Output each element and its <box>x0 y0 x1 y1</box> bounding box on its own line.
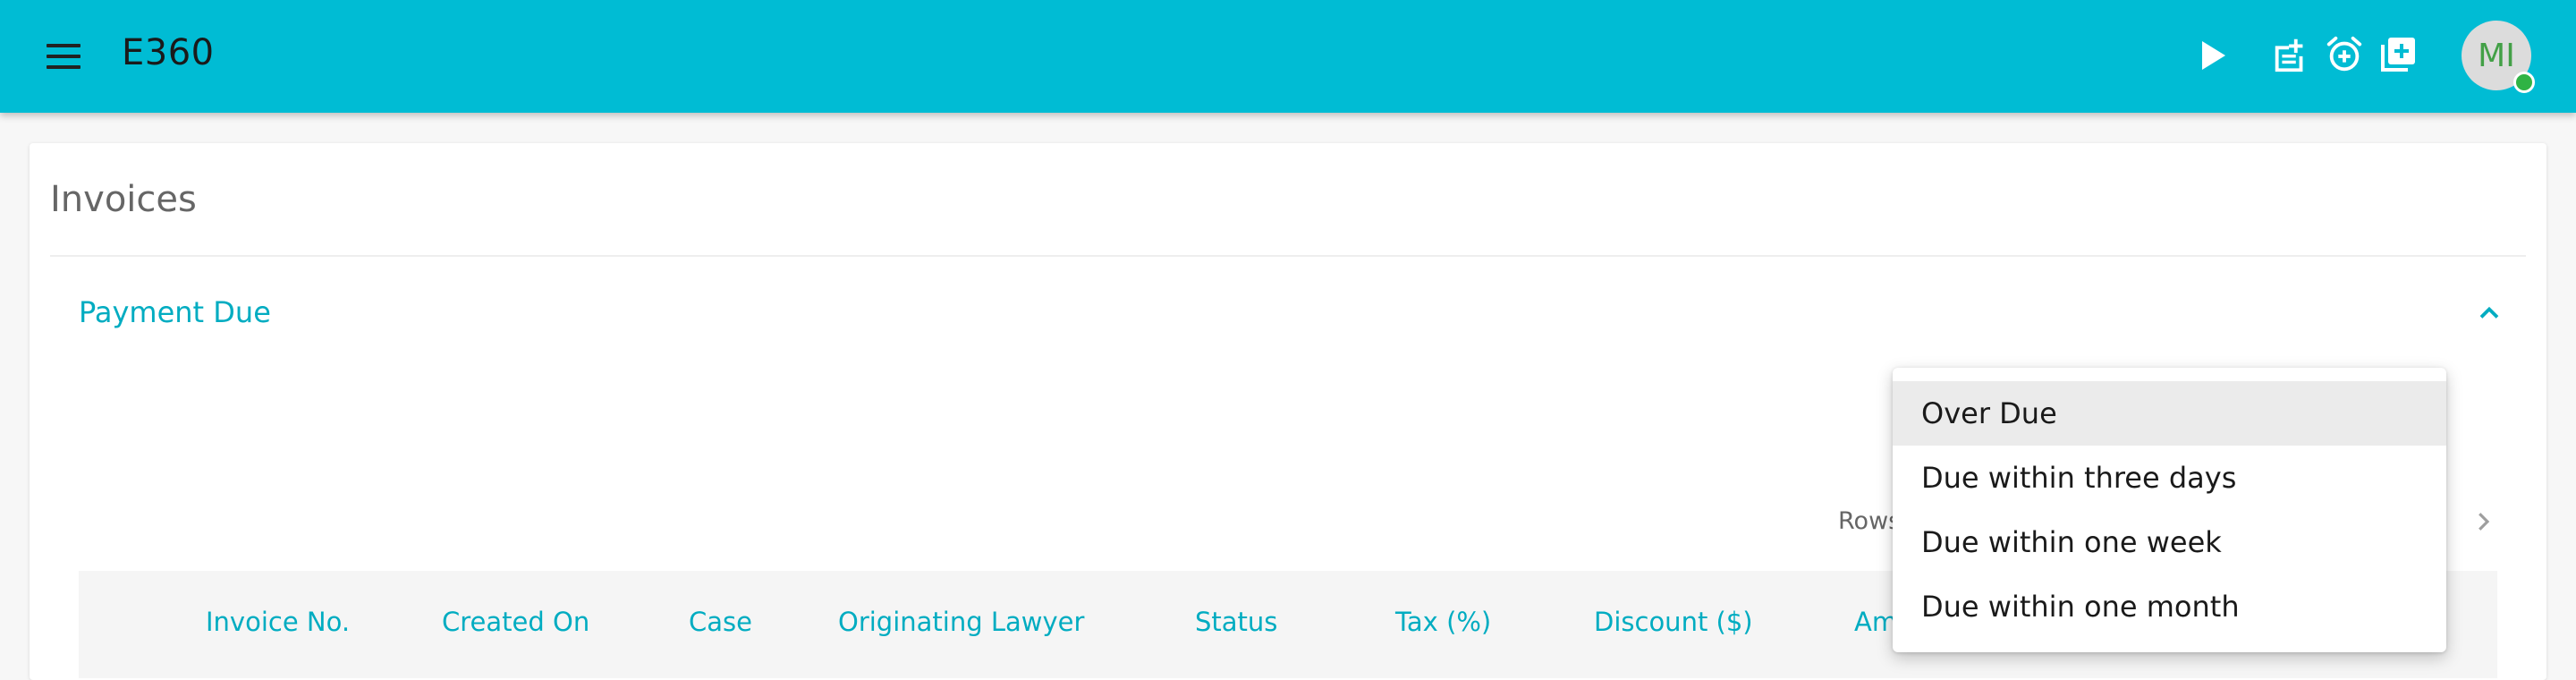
dropdown-option-due-within-one-month[interactable]: Due within one month <box>1893 574 2446 639</box>
dropdown-option-due-within-one-week[interactable]: Due within one week <box>1893 510 2446 574</box>
column-header-status[interactable]: Status <box>1195 607 1277 637</box>
rows-per-page-label: Rows <box>1838 507 1902 535</box>
online-status-dot <box>2513 72 2535 93</box>
divider <box>50 255 2526 257</box>
due-filter-dropdown-menu: Over Due Due within three days Due withi… <box>1893 368 2446 652</box>
library-add-icon[interactable] <box>2376 34 2419 77</box>
chevron-up-icon[interactable] <box>2473 297 2505 329</box>
dropdown-option-due-within-three-days[interactable]: Due within three days <box>1893 446 2446 510</box>
menu-icon[interactable] <box>47 44 80 69</box>
play-icon[interactable] <box>2190 34 2233 77</box>
note-add-icon[interactable] <box>2270 34 2311 75</box>
column-header-created-on[interactable]: Created On <box>442 607 589 637</box>
page-title: Invoices <box>50 179 197 220</box>
dropdown-option-over-due[interactable]: Over Due <box>1893 381 2446 446</box>
app-title: E360 <box>122 32 215 73</box>
column-header-originating-lawyer[interactable]: Originating Lawyer <box>838 607 1084 637</box>
column-header-invoice-no[interactable]: Invoice No. <box>206 607 350 637</box>
app-bar: E360 MI <box>0 0 2576 113</box>
chevron-right-icon[interactable] <box>2470 508 2496 535</box>
column-header-case[interactable]: Case <box>689 607 752 637</box>
payment-due-section-title[interactable]: Payment Due <box>79 295 271 329</box>
column-header-discount[interactable]: Discount ($) <box>1594 607 1753 637</box>
alarm-add-icon[interactable] <box>2324 34 2365 75</box>
column-header-tax[interactable]: Tax (%) <box>1395 607 1491 637</box>
